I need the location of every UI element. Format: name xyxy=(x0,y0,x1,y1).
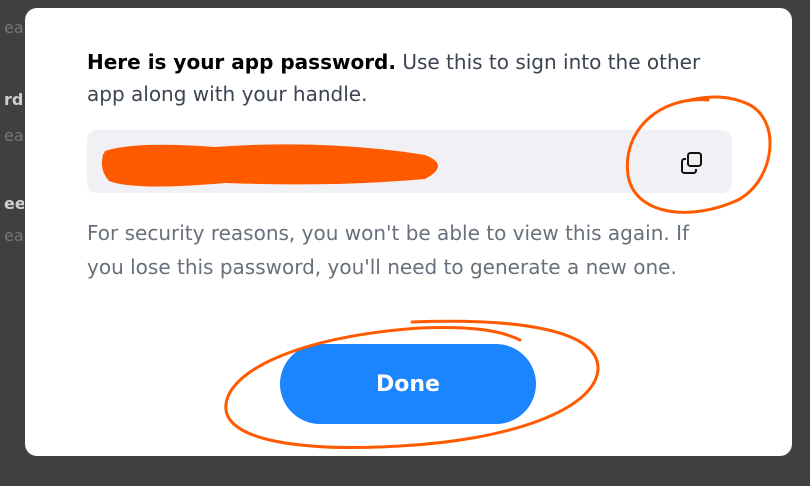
background-text-fragment: ea xyxy=(4,18,24,37)
password-field: ab12-cd34-ef56-gh78 xyxy=(87,130,732,193)
copy-icon xyxy=(681,152,702,174)
intro-bold-text: Here is your app password. xyxy=(87,50,396,74)
done-button[interactable]: Done xyxy=(280,344,536,424)
app-password-dialog: Here is your app password. Use this to s… xyxy=(25,8,792,456)
background-text-fragment: ea xyxy=(4,126,24,145)
password-value: ab12-cd34-ef56-gh78 xyxy=(101,148,307,169)
background-text-fragment: ea xyxy=(4,226,24,245)
security-note: For security reasons, you won't be able … xyxy=(87,221,690,279)
background-text-fragment: rd xyxy=(4,90,24,109)
copy-password-button[interactable] xyxy=(672,143,712,183)
background-text-fragment: ee xyxy=(4,194,24,213)
dialog-intro: Here is your app password. Use this to s… xyxy=(87,46,707,110)
